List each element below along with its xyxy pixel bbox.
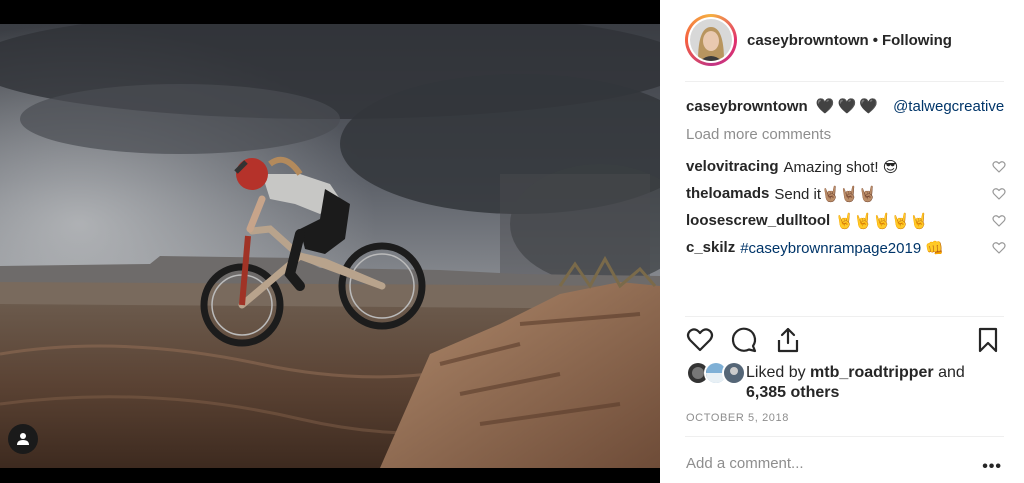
- caption-hearts: 🖤🖤🖤: [815, 98, 881, 115]
- caption-mention-link[interactable]: @talwegcreative: [893, 98, 1004, 115]
- post-header: caseybrowntown • Following: [685, 14, 1004, 66]
- comment-item: theloamads Send it🤘🏽🤘🏽🤘🏽: [686, 180, 1006, 207]
- comment-item: velovitracing Amazing shot! 😎: [686, 153, 1006, 180]
- small-heart-icon[interactable]: [992, 241, 1006, 255]
- liker-username[interactable]: mtb_roadtripper: [810, 364, 934, 381]
- comment-list: velovitracing Amazing shot! 😎 theloamads Se…: [686, 153, 1006, 261]
- more-options-icon[interactable]: •••: [982, 458, 1002, 476]
- divider: [685, 81, 1004, 82]
- comment-username[interactable]: theloamads: [686, 185, 769, 202]
- post-details-panel: caseybrowntown • Following caseybrowntow…: [660, 0, 1024, 483]
- comment-username[interactable]: c_skilz: [686, 239, 735, 256]
- liker-avatars[interactable]: [686, 361, 746, 387]
- post-photo[interactable]: [0, 24, 660, 468]
- divider: [685, 316, 1004, 317]
- post-media: [0, 0, 660, 483]
- header-separator: •: [872, 31, 878, 49]
- caption-username[interactable]: caseybrowntown: [686, 98, 808, 115]
- load-more-comments-button[interactable]: Load more comments: [686, 126, 831, 143]
- comment-bubble-icon[interactable]: [730, 326, 760, 356]
- likes-count-button[interactable]: 6,385 others: [746, 384, 839, 401]
- comment-username[interactable]: velovitracing: [686, 158, 779, 175]
- comment-hashtag-link[interactable]: #caseybrownrampage2019 👊: [740, 239, 944, 257]
- likes-conjunction: and: [938, 364, 965, 381]
- comment-item: loosescrew_dulltool 🤘🤘🤘🤘🤘: [686, 207, 1006, 234]
- header-username[interactable]: caseybrowntown: [747, 32, 869, 49]
- comment-username[interactable]: loosescrew_dulltool: [686, 212, 830, 229]
- likes-summary: Liked by mtb_roadtripper and 6,385 other…: [686, 361, 965, 403]
- share-icon[interactable]: [774, 326, 804, 356]
- comment-text: 🤘🤘🤘🤘🤘: [835, 212, 929, 230]
- bookmark-icon[interactable]: [974, 326, 1004, 356]
- comment-text: Send it🤘🏽🤘🏽🤘🏽: [774, 185, 878, 203]
- small-heart-icon[interactable]: [992, 187, 1006, 201]
- small-heart-icon[interactable]: [992, 160, 1006, 174]
- divider: [685, 436, 1004, 437]
- avatar: [722, 361, 746, 385]
- likes-text: Liked by mtb_roadtripper and 6,385 other…: [746, 363, 965, 403]
- comment-item: c_skilz #caseybrownrampage2019 👊: [686, 234, 1006, 261]
- small-heart-icon[interactable]: [992, 214, 1006, 228]
- user-tag-icon[interactable]: [8, 424, 38, 454]
- likes-prefix: Liked by: [746, 364, 806, 381]
- avatar[interactable]: [685, 14, 737, 66]
- comment-text: Amazing shot! 😎: [783, 158, 899, 176]
- action-bar: [686, 326, 1004, 358]
- heart-icon[interactable]: [686, 326, 716, 356]
- add-comment-input[interactable]: Add a comment...: [686, 455, 804, 472]
- post-caption: caseybrowntown 🖤🖤🖤 @talwegcreative: [686, 97, 1004, 115]
- post-date[interactable]: OCTOBER 5, 2018: [686, 412, 789, 424]
- follow-status-button[interactable]: Following: [882, 32, 952, 49]
